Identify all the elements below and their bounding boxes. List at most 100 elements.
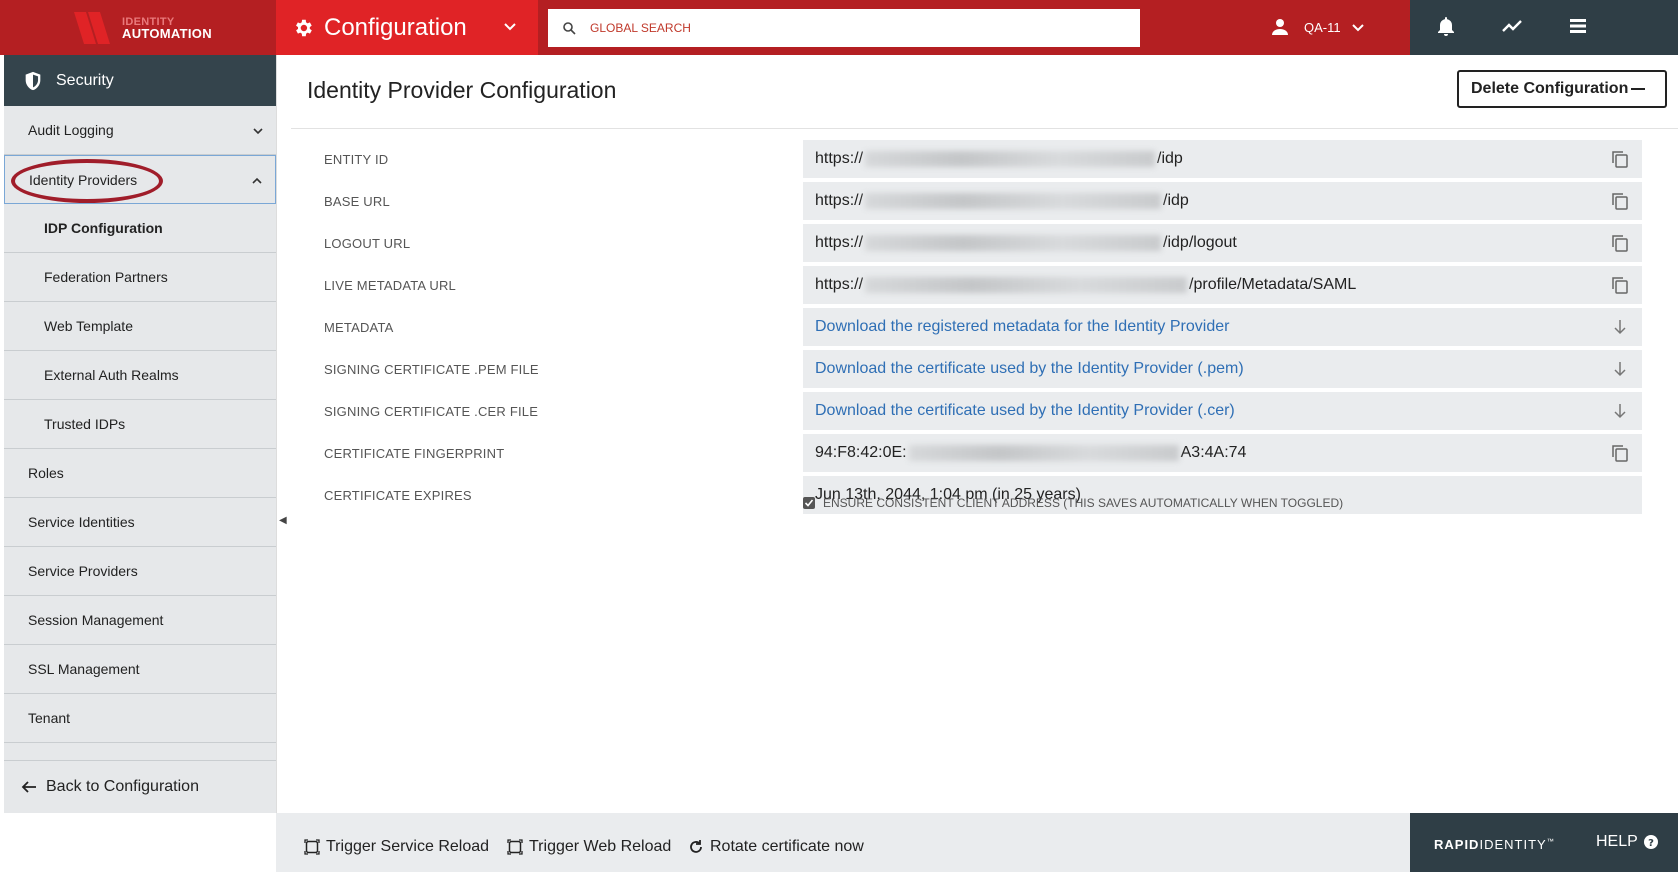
reload-frame-icon [507, 839, 523, 855]
sidebar-collapse-handle[interactable]: ◀ [276, 55, 290, 813]
sidebar-item-external-auth-realms[interactable]: External Auth Realms [4, 351, 276, 400]
sidebar-item-label: Session Management [28, 612, 164, 628]
rotate-certificate-label: Rotate certificate now [710, 838, 864, 855]
main-content: Identity Provider Configuration Delete C… [291, 55, 1678, 758]
sidebar-item-audit-logging[interactable]: Audit Logging [4, 106, 276, 155]
checkbox-label: ENSURE CONSISTENT CLIENT ADDRESS (THIS S… [823, 496, 1344, 510]
field-row-base-url: BASE URL https:// /idp [291, 182, 1678, 220]
delete-configuration-button[interactable]: Delete Configuration [1457, 70, 1667, 108]
copy-icon[interactable] [1610, 275, 1630, 295]
copy-icon[interactable] [1610, 443, 1630, 463]
redacted-blur [865, 277, 1188, 293]
gear-icon [296, 19, 312, 36]
sidebar-item-label: Service Providers [28, 563, 138, 579]
value-prefix: 94:F8:42:0E: [815, 444, 907, 461]
value-suffix: /idp [1163, 192, 1189, 209]
rapididentity-logo: RAPIDIDENTITY™ [1434, 837, 1555, 852]
sidebar-item-web-template[interactable]: Web Template [4, 302, 276, 351]
sidebar-item-trusted-idps[interactable]: Trusted IDPs [4, 400, 276, 449]
sidebar-nav: Audit Logging Identity Providers IDP Confi… [4, 106, 276, 743]
download-link-text: Download the certificate used by the Ide… [815, 402, 1235, 419]
field-label: METADATA [324, 320, 394, 335]
copy-icon[interactable] [1610, 149, 1630, 169]
download-icon[interactable] [1610, 401, 1630, 421]
field-label: BASE URL [324, 194, 390, 209]
copy-icon[interactable] [1610, 191, 1630, 211]
sidebar-item-service-identities[interactable]: Service Identities [4, 498, 276, 547]
user-icon [1272, 19, 1288, 35]
arrow-left-icon [21, 780, 36, 793]
brand-mark-icon [74, 12, 110, 44]
value-suffix: /profile/Metadata/SAML [1189, 276, 1357, 293]
field-label: LIVE METADATA URL [324, 278, 456, 293]
field-row-signing-certificate-pem-file: SIGNING CERTIFICATE .PEM FILE Download th… [291, 350, 1678, 388]
sidebar-item-label: Service Identities [28, 514, 135, 530]
bell-icon[interactable] [1434, 14, 1458, 38]
sidebar-item-label: SSL Management [28, 661, 140, 677]
rotate-certificate-button[interactable]: Rotate certificate now [688, 838, 864, 856]
download-link[interactable]: Download the registered metadata for the… [803, 308, 1642, 346]
sidebar-item-session-management[interactable]: Session Management [4, 596, 276, 645]
download-link-text: Download the registered metadata for the… [815, 318, 1230, 335]
download-icon[interactable] [1610, 317, 1630, 337]
field-label: CERTIFICATE EXPIRES [324, 488, 472, 503]
download-icon[interactable] [1610, 359, 1630, 379]
sidebar-item-roles[interactable]: Roles [4, 449, 276, 498]
title-divider [291, 128, 1678, 129]
user-menu[interactable]: QA-11 [1270, 14, 1365, 40]
help-label: HELP [1596, 833, 1638, 850]
sidebar-item-label: Web Template [44, 318, 133, 334]
user-name: QA-11 [1304, 19, 1341, 35]
download-link[interactable]: Download the certificate used by the Ide… [803, 350, 1642, 388]
brand-logo[interactable]: IDENTITY AUTOMATION [4, 0, 276, 55]
sidebar-item-federation-partners[interactable]: Federation Partners [4, 253, 276, 302]
value-prefix: https:// [815, 234, 864, 251]
field-row-signing-certificate-cer-file: SIGNING CERTIFICATE .CER FILE Download th… [291, 392, 1678, 430]
search-icon [563, 22, 576, 35]
trigger-service-reload-label: Trigger Service Reload [326, 838, 490, 855]
delete-label: Delete Configuration [1471, 80, 1629, 97]
minus-icon [1631, 88, 1645, 90]
sidebar-item-idp-configuration[interactable]: IDP Configuration [4, 204, 276, 253]
sidebar-item-service-providers[interactable]: Service Providers [4, 547, 276, 596]
brand-line2: AUTOMATION [122, 26, 212, 41]
sidebar-item-label: Audit Logging [28, 122, 114, 138]
shield-icon [25, 71, 41, 90]
module-switcher[interactable]: Configuration [276, 0, 538, 55]
field-row-metadata: METADATA Download the registered metadata… [291, 308, 1678, 346]
back-label: Back to Configuration [46, 777, 199, 795]
sidebar-item-tenant[interactable]: Tenant [4, 694, 276, 743]
check-icon [804, 499, 814, 507]
trigger-service-reload-button[interactable]: Trigger Service Reload [304, 838, 489, 856]
value-prefix: https:// [815, 192, 864, 209]
help-button[interactable]: HELP ? [1596, 833, 1658, 851]
sidebar-item-identity-providers[interactable]: Identity Providers [4, 155, 276, 204]
page-title: Identity Provider Configuration [307, 77, 617, 103]
sidebar: Security Audit Logging Identity Providers… [4, 55, 276, 813]
field-label: SIGNING CERTIFICATE .CER FILE [324, 404, 539, 419]
back-to-configuration[interactable]: Back to Configuration [4, 760, 276, 812]
footer-brand: RAPIDIDENTITY™ HELP ? [1410, 813, 1678, 872]
field-row-certificate-fingerprint: CERTIFICATE FINGERPRINT 94:F8:42:0E: A3:4A… [291, 434, 1678, 472]
field-value: https:// /profile/Metadata/SAML [803, 266, 1642, 304]
help-icon: ? [1643, 835, 1658, 849]
redacted-blur [908, 445, 1179, 461]
download-link[interactable]: Download the certificate used by the Ide… [803, 392, 1642, 430]
chevron-down-icon [253, 128, 263, 135]
list-icon[interactable] [1566, 14, 1590, 38]
copy-icon[interactable] [1610, 233, 1630, 253]
activity-icon[interactable] [1500, 14, 1524, 38]
field-value: https:// /idp [803, 182, 1642, 220]
value-suffix: A3:4A:74 [1180, 444, 1247, 461]
trigger-web-reload-button[interactable]: Trigger Web Reload [507, 838, 671, 856]
checkbox[interactable] [803, 497, 815, 509]
consistent-client-address-toggle[interactable]: ENSURE CONSISTENT CLIENT ADDRESS (THIS S… [803, 496, 1343, 510]
field-value: 94:F8:42:0E: A3:4A:74 [803, 434, 1642, 472]
search-input[interactable] [590, 21, 1110, 35]
global-search [548, 9, 1140, 47]
field-value: https:// /idp [803, 140, 1642, 178]
sidebar-section-header[interactable]: Security [4, 55, 276, 106]
sidebar-item-ssl-management[interactable]: SSL Management [4, 645, 276, 694]
reload-frame-icon [304, 839, 320, 855]
footer-left-strip [0, 813, 276, 872]
